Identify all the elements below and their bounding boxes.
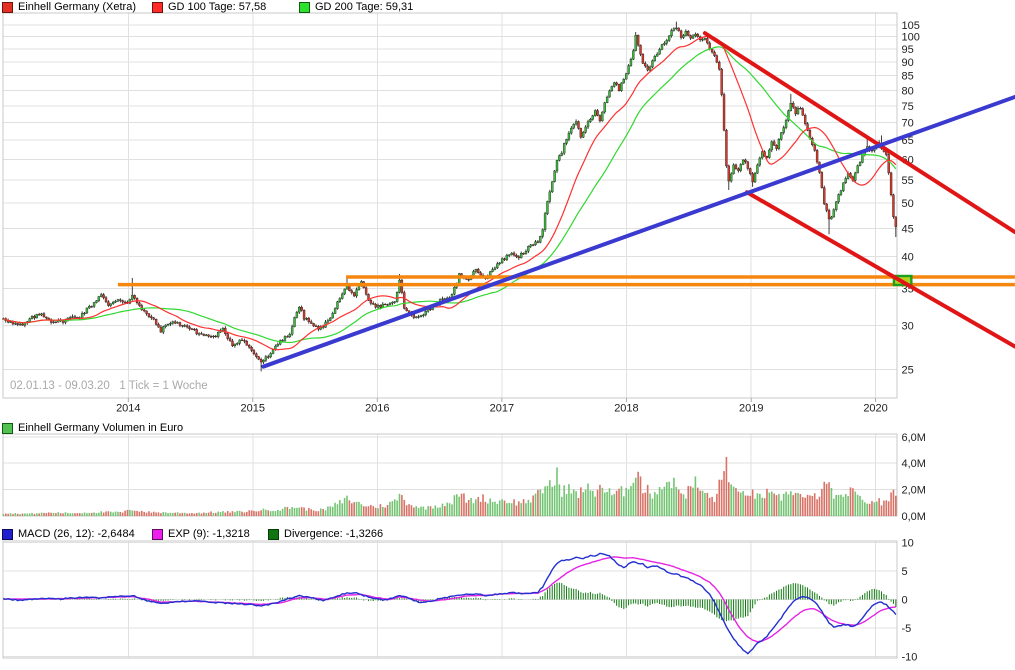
- svg-text:2018: 2018: [614, 403, 638, 415]
- svg-text:2014: 2014: [116, 403, 140, 415]
- period-watermark: 02.01.13 - 09.03.20 1 Tick = 1 Woche: [10, 380, 208, 392]
- series-swatch-icon: [2, 2, 13, 13]
- legend-label: MACD (26, 12): -2,6484: [18, 528, 135, 540]
- svg-text:-5: -5: [902, 623, 912, 635]
- legend-item-divergence: Divergence: -1,3266: [268, 528, 383, 540]
- svg-text:55: 55: [902, 175, 914, 187]
- series-swatch-icon: [152, 529, 163, 540]
- svg-text:0,0M: 0,0M: [902, 511, 926, 523]
- svg-text:2016: 2016: [365, 403, 389, 415]
- svg-text:75: 75: [902, 101, 914, 113]
- svg-text:2020: 2020: [863, 403, 887, 415]
- series-swatch-icon: [2, 529, 13, 540]
- macd-legend: MACD (26, 12): -2,6484 EXP (9): -1,3218 …: [0, 528, 1015, 541]
- price-legend: Einhell Germany (Xetra) GD 100 Tage: 57,…: [0, 1, 1015, 14]
- legend-item-instrument: Einhell Germany (Xetra): [2, 1, 136, 13]
- legend-label: GD 200 Tage: 59,31: [315, 1, 413, 13]
- series-swatch-icon: [2, 423, 13, 434]
- svg-text:95: 95: [902, 44, 914, 56]
- svg-text:2015: 2015: [241, 403, 265, 415]
- legend-label: Einhell Germany Volumen in Euro: [18, 422, 183, 434]
- svg-text:0: 0: [902, 595, 908, 607]
- svg-text:-10: -10: [902, 652, 918, 664]
- svg-text:4,0M: 4,0M: [902, 458, 926, 470]
- svg-text:105: 105: [902, 20, 920, 32]
- series-swatch-icon: [268, 529, 279, 540]
- svg-text:40: 40: [902, 252, 914, 264]
- legend-label: GD 100 Tage: 57,58: [168, 1, 266, 13]
- svg-text:90: 90: [902, 57, 914, 69]
- legend-label: Divergence: -1,3266: [284, 528, 383, 540]
- svg-text:2017: 2017: [490, 403, 514, 415]
- svg-text:70: 70: [902, 117, 914, 129]
- svg-text:25: 25: [902, 364, 914, 376]
- svg-text:85: 85: [902, 71, 914, 83]
- volume-legend: Einhell Germany Volumen in Euro: [0, 422, 1015, 435]
- legend-label: Einhell Germany (Xetra): [18, 1, 136, 13]
- legend-item-exp: EXP (9): -1,3218: [152, 528, 250, 540]
- svg-text:50: 50: [902, 198, 914, 210]
- legend-item-gd100: GD 100 Tage: 57,58: [152, 1, 266, 13]
- stock-chart-application: 1051009590858075706560555045403530256,0M…: [0, 0, 1015, 670]
- svg-text:2019: 2019: [739, 403, 763, 415]
- svg-text:30: 30: [902, 321, 914, 333]
- series-swatch-icon: [299, 2, 310, 13]
- svg-text:2,0M: 2,0M: [902, 485, 926, 497]
- svg-text:5: 5: [902, 566, 908, 578]
- legend-item-macd: MACD (26, 12): -2,6484: [2, 528, 135, 540]
- legend-item-volume: Einhell Germany Volumen in Euro: [2, 422, 183, 434]
- svg-text:45: 45: [902, 223, 914, 235]
- svg-text:80: 80: [902, 85, 914, 97]
- legend-item-gd200: GD 200 Tage: 59,31: [299, 1, 413, 13]
- legend-label: EXP (9): -1,3218: [168, 528, 250, 540]
- chart-canvas[interactable]: 1051009590858075706560555045403530256,0M…: [0, 0, 1015, 670]
- svg-text:100: 100: [902, 32, 920, 44]
- series-swatch-icon: [152, 2, 163, 13]
